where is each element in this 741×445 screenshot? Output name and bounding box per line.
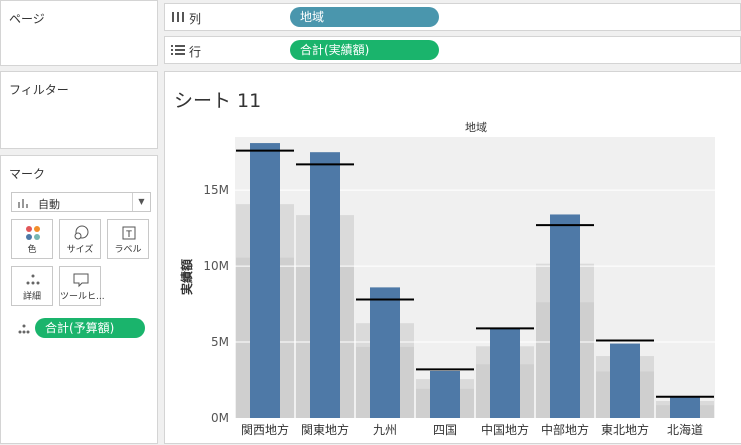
detail-icon xyxy=(26,274,40,285)
pages-card[interactable]: ページ xyxy=(0,0,158,66)
bar-chart: 0M 5M 10M 15M 関西地方 関東地方 九州 四国 中国地方 中部地方 東北地方 北海道 地… xyxy=(179,121,715,437)
label-button[interactable]: T ラベル xyxy=(107,219,149,259)
rows-icon xyxy=(171,45,185,55)
view-area: シート 11 0M 5M 10M 15M 関西地方 関東地方 九州 四国 中国地方 中部地方 東北… xyxy=(164,71,741,444)
y-tick-label: 5M xyxy=(211,335,229,349)
rows-shelf-label: 行 xyxy=(189,45,202,59)
bar[interactable] xyxy=(250,143,280,418)
columns-icon xyxy=(172,12,184,22)
size-button[interactable]: サイズ xyxy=(59,219,101,259)
color-dots-icon xyxy=(26,226,40,240)
mark-type-dropdown[interactable]: 自動 ▼ xyxy=(11,192,151,212)
color-button[interactable]: 色 xyxy=(11,219,53,259)
y-tick-label: 15M xyxy=(203,183,229,197)
detail-button[interactable]: 詳細 xyxy=(11,266,53,306)
x-tick-label: 関東地方 xyxy=(301,422,349,437)
bar[interactable] xyxy=(670,396,700,418)
region-column-pill[interactable]: 地域 xyxy=(290,7,439,27)
x-tick-label: 九州 xyxy=(373,423,397,437)
tooltip-button-label: ツールヒ... xyxy=(60,292,105,302)
x-tick-label: 中部地方 xyxy=(541,422,589,437)
pages-title: ページ xyxy=(9,12,45,26)
svg-text:T: T xyxy=(125,230,132,240)
detail-field-icon xyxy=(18,324,30,334)
filters-card[interactable]: フィルター xyxy=(0,71,158,149)
budget-detail-pill[interactable]: 合計(予算額) xyxy=(35,318,145,338)
column-header: 地域 xyxy=(465,121,487,134)
y-axis-title: 実績額 xyxy=(179,259,194,295)
bar[interactable] xyxy=(370,287,400,418)
marks-title: マーク xyxy=(9,167,46,181)
columns-shelf-label: 列 xyxy=(189,12,202,26)
chevron-down-icon[interactable]: ▼ xyxy=(132,193,150,211)
x-tick-label: 北海道 xyxy=(667,422,703,437)
x-tick-label: 東北地方 xyxy=(601,422,649,437)
x-tick-label: 関西地方 xyxy=(241,422,289,437)
tooltip-icon xyxy=(73,273,89,288)
label-button-label: ラベル xyxy=(114,245,142,255)
bar[interactable] xyxy=(610,343,640,418)
bar-chart-icon xyxy=(18,199,28,208)
columns-shelf[interactable]: 列 地域 xyxy=(164,3,741,31)
size-button-label: サイズ xyxy=(66,245,94,255)
label-icon: T xyxy=(122,226,136,240)
detail-button-label: 詳細 xyxy=(22,292,41,302)
y-tick-label: 0M xyxy=(211,411,229,425)
x-tick-label: 四国 xyxy=(433,423,457,437)
mark-type-label: 自動 xyxy=(38,198,60,211)
bar[interactable] xyxy=(550,214,580,418)
bar[interactable] xyxy=(310,152,340,418)
color-button-label: 色 xyxy=(27,245,37,255)
rows-shelf[interactable]: 行 合計(実績額) xyxy=(164,36,741,64)
marks-card: マーク 自動 ▼ 色 サイズ T ラベル 詳細 ツールヒ... 合計(予算額) xyxy=(0,155,158,444)
filters-title: フィルター xyxy=(9,83,69,97)
y-tick-label: 10M xyxy=(203,259,229,273)
actual-sales-row-pill[interactable]: 合計(実績額) xyxy=(290,40,439,60)
x-tick-label: 中国地方 xyxy=(481,422,529,437)
bar[interactable] xyxy=(430,370,460,418)
bar[interactable] xyxy=(490,328,520,418)
size-icon xyxy=(74,225,89,240)
tooltip-button[interactable]: ツールヒ... xyxy=(59,266,105,306)
